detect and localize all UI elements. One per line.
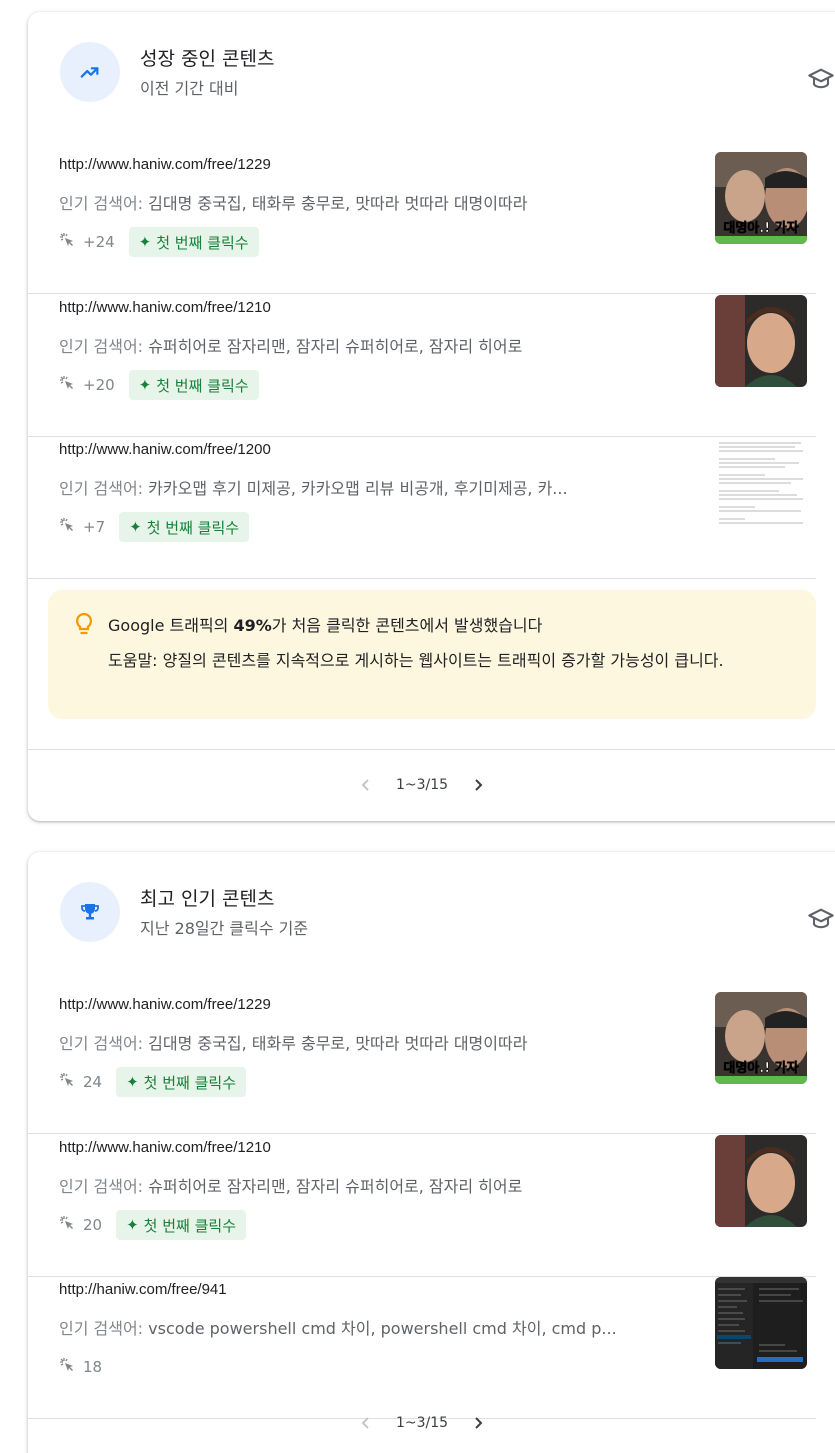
top-queries: 인기 검색어: 카카오맵 후기 미제공, 카카오맵 리뷰 비공개, 후기미제공,… (59, 479, 568, 498)
top-queries: 인기 검색어: 슈퍼히어로 잠자리맨, 잠자리 슈퍼히어로, 잠자리 히어로 (59, 337, 523, 356)
first-click-badge: ✦ 첫 번째 클릭수 (116, 1067, 247, 1097)
divider (28, 749, 835, 750)
click-icon (59, 1072, 75, 1092)
card-title: 성장 중인 콘텐츠 (140, 48, 275, 70)
thumbnail (715, 437, 807, 529)
svg-text:대명아.! 가자: 대명아.! 가자 (723, 1060, 798, 1076)
click-icon (59, 1357, 75, 1377)
top-content-card: 최고 인기 콘텐츠 지난 28일간 클릭수 기준 http://www.hani… (28, 852, 835, 1453)
card-header: 최고 인기 콘텐츠 지난 28일간 클릭수 기준 (60, 882, 834, 944)
content-url[interactable]: http://haniw.com/free/941 (59, 1281, 227, 1298)
content-row[interactable]: http://haniw.com/free/941 인기 검색어: vscode… (28, 1277, 816, 1419)
click-count: +24 ✦ 첫 번째 클릭수 (59, 227, 259, 257)
top-queries: 인기 검색어: vscode powershell cmd 차이, powers… (59, 1319, 617, 1338)
thumbnail (715, 1277, 807, 1369)
content-row[interactable]: http://www.haniw.com/free/1210 인기 검색어: 슈… (28, 1135, 816, 1277)
thumbnail: 대명아.! 가자 (715, 152, 807, 244)
sparkle-icon: ✦ (129, 518, 142, 536)
sparkle-icon: ✦ (138, 233, 152, 251)
click-count: +7 ✦ 첫 번째 클릭수 (59, 512, 250, 542)
click-icon (59, 232, 75, 252)
content-url[interactable]: http://www.haniw.com/free/1200 (59, 441, 271, 458)
card-header: 성장 중인 콘텐츠 이전 기간 대비 (60, 42, 834, 104)
top-queries: 인기 검색어: 슈퍼히어로 잠자리맨, 잠자리 슈퍼히어로, 잠자리 히어로 (59, 1177, 523, 1196)
content-row[interactable]: http://www.haniw.com/free/1200 인기 검색어: 카… (28, 437, 816, 579)
click-count: 24 ✦ 첫 번째 클릭수 (59, 1067, 247, 1097)
next-page-button[interactable] (466, 773, 490, 797)
card-title: 최고 인기 콘텐츠 (140, 888, 275, 910)
sparkle-icon: ✦ (126, 1216, 139, 1234)
pagination: 1~3/15 (28, 1408, 816, 1438)
tip-body: 도움말: 양질의 콘텐츠를 지속적으로 게시하는 웹사이트는 트래픽이 증가할 … (108, 651, 724, 670)
content-url[interactable]: http://www.haniw.com/free/1229 (59, 996, 271, 1013)
click-icon (59, 375, 75, 395)
click-count: +20 ✦ 첫 번째 클릭수 (59, 370, 259, 400)
top-queries: 인기 검색어: 김대명 중국집, 태화루 충무로, 맛따라 멋따라 대명이따라 (59, 1034, 528, 1053)
content-row[interactable]: http://www.haniw.com/free/1229 인기 검색어: 김… (28, 992, 816, 1134)
graduation-cap-icon[interactable] (806, 904, 835, 934)
page-range: 1~3/15 (395, 1415, 449, 1431)
tip-headline: Google 트래픽의 49%가 처음 클릭한 콘텐츠에서 발생했습니다 (108, 616, 543, 635)
lightbulb-icon (74, 612, 94, 640)
graduation-cap-icon[interactable] (806, 64, 835, 94)
content-url[interactable]: http://www.haniw.com/free/1210 (59, 1139, 271, 1156)
content-row[interactable]: http://www.haniw.com/free/1229 인기 검색어: 김… (28, 152, 816, 294)
first-click-badge: ✦ 첫 번째 클릭수 (128, 370, 259, 400)
top-queries: 인기 검색어: 김대명 중국집, 태화루 충무로, 맛따라 멋따라 대명이따라 (59, 194, 528, 213)
click-count: 20 ✦ 첫 번째 클릭수 (59, 1210, 247, 1240)
first-click-badge: ✦ 첫 번째 클릭수 (116, 1210, 247, 1240)
sparkle-icon: ✦ (138, 376, 152, 394)
click-icon (59, 1215, 75, 1235)
content-row[interactable]: http://www.haniw.com/free/1210 인기 검색어: 슈… (28, 295, 816, 437)
growing-content-card: 성장 중인 콘텐츠 이전 기간 대비 http://www.haniw.com/… (28, 12, 835, 821)
previous-page-button[interactable] (354, 773, 378, 797)
first-click-badge: ✦ 첫 번째 클릭수 (128, 227, 259, 257)
content-url[interactable]: http://www.haniw.com/free/1210 (59, 299, 271, 316)
trophy-icon (60, 882, 120, 942)
thumbnail (715, 1135, 807, 1227)
page-range: 1~3/15 (395, 777, 449, 793)
thumbnail: 대명아.! 가자 (715, 992, 807, 1084)
thumbnail (715, 295, 807, 387)
trending-up-icon (60, 42, 120, 102)
insight-tip: Google 트래픽의 49%가 처음 클릭한 콘텐츠에서 발생했습니다 도움말… (48, 590, 816, 719)
sparkle-icon: ✦ (126, 1073, 139, 1091)
card-subtitle: 지난 28일간 클릭수 기준 (140, 919, 309, 938)
pagination: 1~3/15 (28, 770, 816, 800)
first-click-badge: ✦ 첫 번째 클릭수 (119, 512, 250, 542)
content-url[interactable]: http://www.haniw.com/free/1229 (59, 156, 271, 173)
click-icon (59, 517, 75, 537)
card-subtitle: 이전 기간 대비 (140, 79, 239, 98)
svg-text:대명아.! 가자: 대명아.! 가자 (723, 220, 798, 236)
click-count: 18 (59, 1353, 102, 1381)
next-page-button[interactable] (466, 1411, 490, 1435)
previous-page-button[interactable] (354, 1411, 378, 1435)
